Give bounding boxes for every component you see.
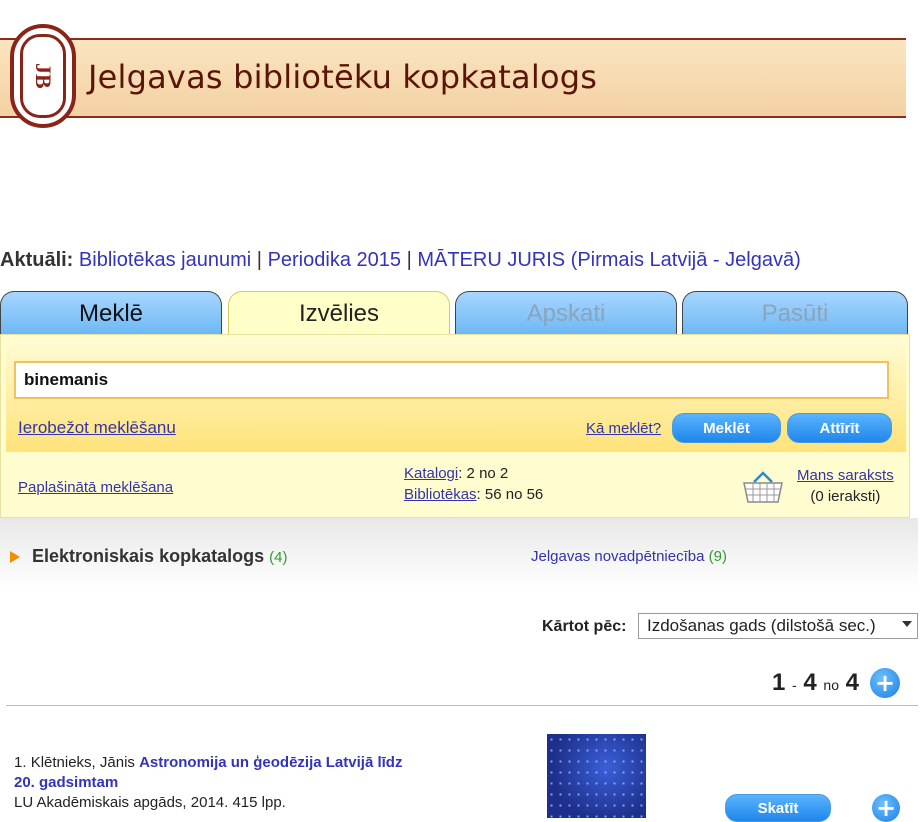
my-list: Mans saraksts (0 ieraksti) xyxy=(797,465,894,507)
news-link-new-books[interactable]: Bibliotēkas jaunumi xyxy=(79,249,251,271)
result-author: Klētnieks, Jānis xyxy=(30,754,135,771)
chevron-down-icon[interactable] xyxy=(902,621,912,627)
catalog-tab-electronic-label: Elektroniskais kopkatalogs xyxy=(32,546,265,566)
libraries-link[interactable]: Bibliotēkas xyxy=(404,486,477,503)
tab-order: Pasūti xyxy=(682,291,908,335)
search-input[interactable] xyxy=(14,361,889,399)
result-item: 1. Klētnieks, Jānis Astronomija un ģeodē… xyxy=(14,753,414,813)
add-all-plus-icon[interactable]: + xyxy=(870,668,900,698)
news-link-periodicals[interactable]: Periodika 2015 xyxy=(268,249,401,271)
tab-search[interactable]: Meklē xyxy=(0,291,222,335)
pager-to: 4 xyxy=(803,669,817,696)
catalog-tab-electronic[interactable]: Elektroniskais kopkatalogs (4) xyxy=(32,546,287,567)
news-line: Aktuāli: Bibliotēkas jaunumi | Periodika… xyxy=(0,249,801,272)
limit-search-link[interactable]: Ierobežot meklēšanu xyxy=(18,418,176,438)
divider xyxy=(6,705,918,706)
catalog-tab-electronic-count: (4) xyxy=(269,549,288,566)
pager-from: 1 xyxy=(772,669,786,696)
news-link-materu-juris[interactable]: MĀTERU JURIS (Pirmais Latvijā - Jelgavā) xyxy=(417,249,800,271)
pager-of: no xyxy=(823,677,839,693)
catalog-filter-info: Katalogi: 2 no 2 Bibliotēkas: 56 no 56 xyxy=(404,463,543,505)
expand-arrow-icon xyxy=(10,551,20,563)
logo-letters: JB xyxy=(20,34,66,118)
advanced-search-link[interactable]: Paplašinātā meklēšana xyxy=(18,479,173,496)
catalogs-link[interactable]: Katalogi xyxy=(404,465,458,482)
tab-view: Apskati xyxy=(455,291,677,335)
sort-select[interactable]: Izdošanas gads (dilstošā sec.) xyxy=(638,613,918,639)
my-list-link[interactable]: Mans saraksts xyxy=(797,467,894,484)
search-button[interactable]: Meklēt xyxy=(672,413,781,443)
result-number: 1. xyxy=(14,754,27,771)
my-list-count: (0 ieraksti) xyxy=(810,488,881,505)
news-separator: | xyxy=(256,249,262,271)
pager: 1 - 4 no 4 xyxy=(772,669,859,697)
sort-label: Kārtot pēc: xyxy=(542,618,627,635)
pager-total: 4 xyxy=(845,669,860,696)
libraries-count: : 56 no 56 xyxy=(476,486,544,503)
pager-dash: - xyxy=(792,677,797,693)
site-title: Jelgavas bibliotēku kopkatalogs xyxy=(88,58,598,96)
news-label: Aktuāli: xyxy=(0,249,74,271)
tab-select[interactable]: Izvēlies xyxy=(228,291,450,335)
basket-icon[interactable] xyxy=(742,470,784,504)
catalog-tab-local-history-label: Jelgavas novadpētniecība xyxy=(531,548,705,565)
catalog-tab-local-history[interactable]: Jelgavas novadpētniecība (9) xyxy=(531,548,727,565)
book-cover-image[interactable] xyxy=(547,734,646,818)
how-to-search-link[interactable]: Kā meklēt? xyxy=(586,420,661,437)
clear-button[interactable]: Attīrīt xyxy=(787,413,892,443)
result-publisher: LU Akadēmiskais apgāds, 2014. 415 lpp. xyxy=(14,794,286,811)
catalogs-count: : 2 no 2 xyxy=(458,465,509,482)
news-separator: | xyxy=(406,249,412,271)
catalog-tab-local-history-count: (9) xyxy=(708,548,727,565)
library-logo[interactable]: JB xyxy=(10,24,76,128)
